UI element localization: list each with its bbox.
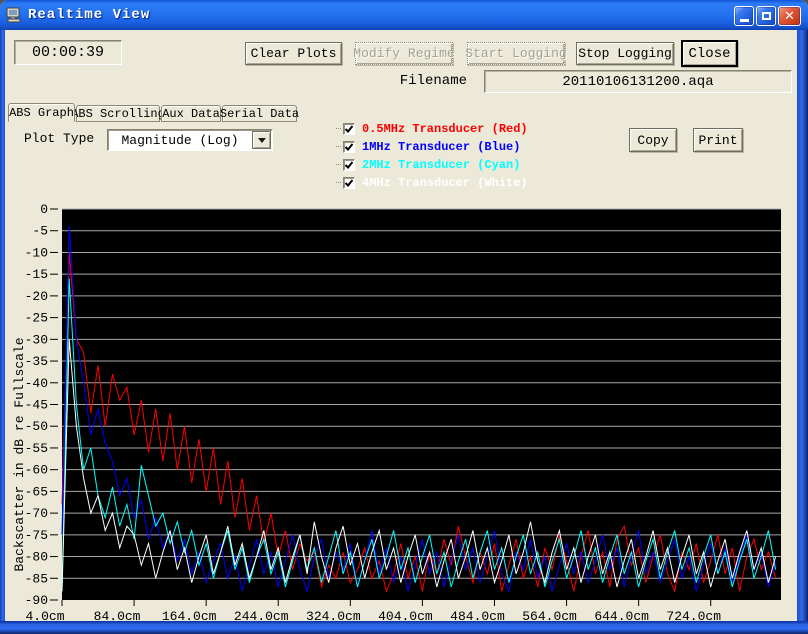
transducer-label: 4MHz Transducer (White) bbox=[362, 176, 528, 190]
y-tick-label: -40 bbox=[25, 376, 48, 391]
close-window-button[interactable]: ✕ bbox=[778, 6, 801, 26]
realtime-view-window: Realtime View ✕ 00:00:39 Clear Plots Mod… bbox=[0, 0, 808, 634]
maximize-icon bbox=[762, 12, 771, 20]
y-tick-label: -75 bbox=[25, 528, 48, 543]
y-tick-label: -15 bbox=[25, 267, 48, 282]
y-axis-title: Backscatter in dB re Fullscale bbox=[12, 337, 27, 571]
checkbox-checked-icon bbox=[343, 159, 355, 171]
transducer-checkbox-0_5mhz[interactable]: 0.5MHz Transducer (Red) bbox=[336, 121, 528, 137]
modify-regime-button: Modify Regime bbox=[355, 42, 453, 65]
y-tick-label: 0 bbox=[40, 202, 48, 217]
transducer-checkbox-4mhz[interactable]: 4MHz Transducer (White) bbox=[336, 175, 528, 191]
y-tick-label: -65 bbox=[25, 484, 48, 499]
stop-logging-button[interactable]: Stop Logging bbox=[576, 42, 674, 65]
application-icon bbox=[6, 7, 22, 23]
minimize-button[interactable] bbox=[734, 6, 754, 26]
start-logging-button: Start Logging bbox=[467, 42, 565, 65]
y-tick-label: -35 bbox=[25, 354, 48, 369]
filename-label: Filename bbox=[393, 73, 467, 89]
checkbox-checked-icon bbox=[343, 141, 355, 153]
window-border-bottom bbox=[0, 621, 808, 634]
y-tick-label: -25 bbox=[25, 311, 48, 326]
elapsed-time-display: 00:00:39 bbox=[14, 40, 122, 65]
tab-abs-graph[interactable]: ABS Graph bbox=[8, 103, 75, 122]
window-title: Realtime View bbox=[28, 7, 150, 23]
transducer-label: 1MHz Transducer (Blue) bbox=[362, 140, 520, 154]
dropdown-arrow-button[interactable] bbox=[252, 131, 271, 149]
close-icon: ✕ bbox=[784, 10, 795, 23]
copy-button[interactable]: Copy bbox=[629, 128, 677, 152]
y-tick-label: -85 bbox=[25, 571, 48, 586]
checkbox-checked-icon bbox=[343, 123, 355, 135]
y-tick-label: -60 bbox=[25, 463, 48, 478]
transducer-label: 2MHz Transducer (Cyan) bbox=[362, 158, 520, 172]
y-tick-label: -45 bbox=[25, 398, 48, 413]
close-button[interactable]: Close bbox=[681, 40, 738, 67]
tab-abs-scrolling[interactable]: ABS Scrolling bbox=[76, 105, 160, 122]
filename-value: 20110106131200.aqa bbox=[484, 70, 792, 93]
y-tick-label: -80 bbox=[25, 550, 48, 565]
plot-type-label: Plot Type bbox=[24, 131, 94, 146]
transducer-checkbox-2mhz[interactable]: 2MHz Transducer (Cyan) bbox=[336, 157, 520, 173]
abs-backscatter-plot: 0 -5 -10 -15 -20 -25 -30 -35 -40 -45 -50 -55 -60 -65 -… bbox=[0, 195, 808, 634]
minimize-icon bbox=[740, 19, 749, 22]
tab-aux-data[interactable]: Aux Data bbox=[161, 105, 221, 122]
tab-serial-data[interactable]: Serial Data bbox=[222, 105, 297, 122]
window-border-right bbox=[797, 30, 808, 634]
transducer-checkbox-1mhz[interactable]: 1MHz Transducer (Blue) bbox=[336, 139, 520, 155]
checkbox-checked-icon bbox=[343, 177, 355, 189]
chevron-down-icon bbox=[258, 138, 266, 143]
y-tick-label: -20 bbox=[25, 289, 48, 304]
window-border-left bbox=[0, 30, 5, 634]
y-tick-label: -5 bbox=[32, 224, 48, 239]
transducer-label: 0.5MHz Transducer (Red) bbox=[362, 122, 528, 136]
y-tick-label: -55 bbox=[25, 441, 48, 456]
clear-plots-button[interactable]: Clear Plots bbox=[245, 42, 342, 65]
titlebar[interactable]: Realtime View ✕ bbox=[0, 0, 808, 30]
y-tick-label: -70 bbox=[25, 506, 48, 521]
y-tick-label: -30 bbox=[25, 332, 48, 347]
y-tick-label: -50 bbox=[25, 419, 48, 434]
maximize-button[interactable] bbox=[756, 6, 776, 26]
y-tick-label: -10 bbox=[25, 245, 48, 260]
plot-type-value: Magnitude (Log) bbox=[108, 133, 252, 148]
print-button[interactable]: Print bbox=[693, 128, 743, 152]
plot-type-dropdown[interactable]: Magnitude (Log) bbox=[107, 129, 273, 151]
y-tick-label: -90 bbox=[25, 593, 48, 608]
